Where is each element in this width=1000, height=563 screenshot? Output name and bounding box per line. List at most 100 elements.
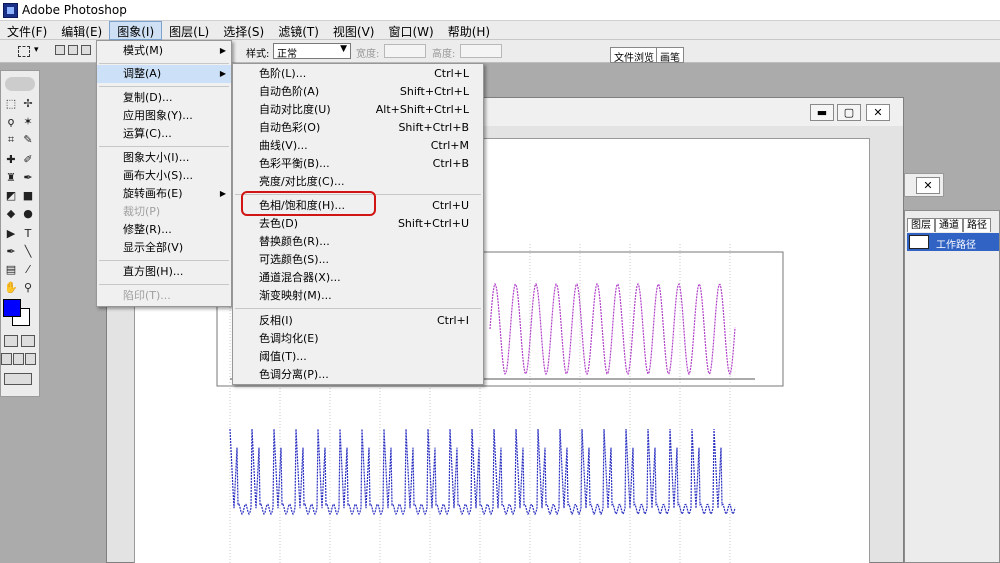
menu-item-equalize[interactable]: 色调均化(E) [233, 330, 483, 348]
screen-mode-full-menu-icon[interactable] [13, 353, 24, 365]
menu-item-auto-levels[interactable]: 自动色阶(A) Shift+Ctrl+L [233, 83, 483, 101]
menu-item-mode[interactable]: 模式(M) ▶ [97, 42, 231, 60]
window-title: Adobe Photoshop [22, 3, 127, 17]
eraser-tool-icon[interactable]: ◩ [4, 189, 18, 203]
close-icon[interactable]: ✕ [866, 104, 890, 121]
magenta-waveform [489, 282, 736, 376]
blur-tool-icon[interactable]: ◆ [4, 207, 18, 221]
tab-file-browser[interactable]: 文件浏览 [610, 47, 658, 64]
menu-item-calculations[interactable]: 运算(C)... [97, 125, 231, 143]
photoshop-app-icon [3, 3, 18, 18]
menu-item-invert[interactable]: 反相(I) Ctrl+I [233, 312, 483, 330]
menu-item-replace-color[interactable]: 替换颜色(R)... [233, 233, 483, 251]
style-label: 样式: [246, 49, 270, 60]
menu-item-curves[interactable]: 曲线(V)... Ctrl+M [233, 137, 483, 155]
pen-tool-icon[interactable]: ✒ [4, 245, 18, 259]
crop-tool-icon[interactable]: ⌗ [4, 133, 18, 147]
quickmask-mode-icon[interactable] [21, 335, 35, 347]
menu-item-selective-color[interactable]: 可选颜色(S)... [233, 251, 483, 269]
add-selection-icon[interactable] [68, 45, 78, 55]
menu-item-threshold[interactable]: 阈值(T)... [233, 348, 483, 366]
palette-well: 文件浏览 画笔 [604, 44, 1000, 64]
history-brush-icon[interactable]: ✒ [21, 171, 35, 185]
menu-item-trim[interactable]: 修整(R)... [97, 221, 231, 239]
gradient-tool-icon[interactable]: ■ [21, 189, 35, 203]
width-field[interactable] [384, 44, 426, 58]
menu-filter[interactable]: 滤镜(T) [271, 21, 326, 40]
menu-item-posterize[interactable]: 色调分离(P)... [233, 366, 483, 384]
menu-window[interactable]: 窗口(W) [381, 21, 440, 40]
menu-item-canvas-size[interactable]: 画布大小(S)... [97, 167, 231, 185]
foreground-color-swatch[interactable] [3, 299, 21, 317]
menu-item-duplicate[interactable]: 复制(D)... [97, 89, 231, 107]
brush-tool-icon[interactable]: ✐ [21, 153, 35, 167]
slice-tool-icon[interactable]: ✎ [21, 133, 35, 147]
standard-mode-icon[interactable] [4, 335, 18, 347]
blue-waveform [229, 428, 736, 516]
subtract-selection-icon[interactable] [81, 45, 91, 55]
menu-item-histogram[interactable]: 直方图(H)... [97, 263, 231, 281]
menu-item-trap: 陷印(T)... [123, 289, 171, 302]
height-field[interactable] [460, 44, 502, 58]
lasso-tool-icon[interactable]: ϙ [4, 115, 18, 129]
menu-item-color-balance[interactable]: 色彩平衡(B)... Ctrl+B [233, 155, 483, 173]
line-tool-icon[interactable]: ╲ [21, 245, 35, 259]
tab-channels[interactable]: 通道 [935, 218, 963, 232]
menu-image[interactable]: 图象(I) [109, 21, 163, 40]
menu-item-reveal-all[interactable]: 显示全部(V) [97, 239, 231, 257]
marquee-preset-icon[interactable] [18, 46, 30, 57]
marquee-tool-icon[interactable]: ⬚ [4, 97, 18, 111]
screen-mode-full-icon[interactable] [25, 353, 36, 365]
hand-tool-icon[interactable]: ✋ [4, 281, 18, 295]
tab-brushes[interactable]: 画笔 [656, 47, 684, 64]
menu-item-desaturate[interactable]: 去色(D) Shift+Ctrl+U [233, 215, 483, 233]
menu-item-channel-mixer[interactable]: 通道混合器(X)... [233, 269, 483, 287]
style-value: 正常 [277, 49, 297, 60]
menu-item-auto-contrast[interactable]: 自动对比度(U) Alt+Shift+Ctrl+L [233, 101, 483, 119]
stamp-tool-icon[interactable]: ♜ [4, 171, 18, 185]
menu-item-levels[interactable]: 色阶(L)... Ctrl+L [233, 65, 483, 83]
zoom-tool-icon[interactable]: ⚲ [21, 281, 35, 295]
eyedropper-icon[interactable]: ⁄ [21, 263, 35, 277]
tab-layers[interactable]: 图层 [907, 218, 935, 232]
menu-file[interactable]: 文件(F) [0, 21, 54, 40]
magic-wand-icon[interactable]: ✶ [21, 115, 35, 129]
jump-to-imageready-icon[interactable] [4, 373, 32, 385]
menu-item-apply-image[interactable]: 应用图象(Y)... [97, 107, 231, 125]
notes-tool-icon[interactable]: ▤ [4, 263, 18, 277]
maximize-icon[interactable]: ▢ [837, 104, 861, 121]
chevron-down-icon: ▼ [340, 44, 347, 54]
menu-item-auto-color[interactable]: 自动色彩(O) Shift+Ctrl+B [233, 119, 483, 137]
healing-brush-icon[interactable]: ✚ [4, 153, 18, 167]
style-select[interactable]: 正常 ▼ [273, 43, 351, 60]
new-selection-icon[interactable] [55, 45, 65, 55]
type-tool-icon[interactable]: T [21, 227, 35, 241]
path-select-icon[interactable]: ▶ [4, 227, 18, 241]
minimize-icon[interactable]: ▬ [810, 104, 834, 121]
menu-help[interactable]: 帮助(H) [441, 21, 497, 40]
screen-mode-standard-icon[interactable] [1, 353, 12, 365]
dodge-tool-icon[interactable]: ● [21, 207, 35, 221]
menu-select[interactable]: 选择(S) [216, 21, 271, 40]
menu-item-gradient-map[interactable]: 渐变映射(M)... [233, 287, 483, 305]
tab-paths[interactable]: 路径 [963, 218, 991, 232]
chevron-down-icon[interactable]: ▾ [34, 45, 39, 55]
move-tool-icon[interactable]: ✢ [21, 97, 35, 111]
highlight-annotation [241, 191, 376, 216]
path-thumbnail [909, 235, 929, 249]
menu-item-adjust[interactable]: 调整(A) ▶ [97, 65, 231, 83]
path-row-work-path[interactable]: 工作路径 [907, 233, 999, 251]
close-icon[interactable]: ✕ [916, 177, 940, 194]
secondary-window-controls: ✕ [904, 173, 944, 197]
menu-item-rotate-canvas[interactable]: 旋转画布(E) ▶ [97, 185, 231, 203]
adjust-submenu: 色阶(L)... Ctrl+L 自动色阶(A) Shift+Ctrl+L 自动对比度… [232, 63, 484, 385]
menu-layer[interactable]: 图层(L) [162, 21, 216, 40]
title-bar: Adobe Photoshop [0, 0, 1000, 21]
submenu-arrow-icon: ▶ [219, 46, 226, 55]
menu-view[interactable]: 视图(V) [326, 21, 382, 40]
menu-bar: 文件(F) 编辑(E) 图象(I) 图层(L) 选择(S) 滤镜(T) 视图(V… [0, 21, 1000, 40]
menu-item-image-size[interactable]: 图象大小(I)... [97, 149, 231, 167]
menu-item-brightness-contrast[interactable]: 亮度/对比度(C)... [233, 173, 483, 191]
menu-edit[interactable]: 编辑(E) [54, 21, 109, 40]
image-menu-dropdown: 模式(M) ▶ 调整(A) ▶ 复制(D)... 应用图象(Y)... 运算(C).… [96, 40, 232, 307]
